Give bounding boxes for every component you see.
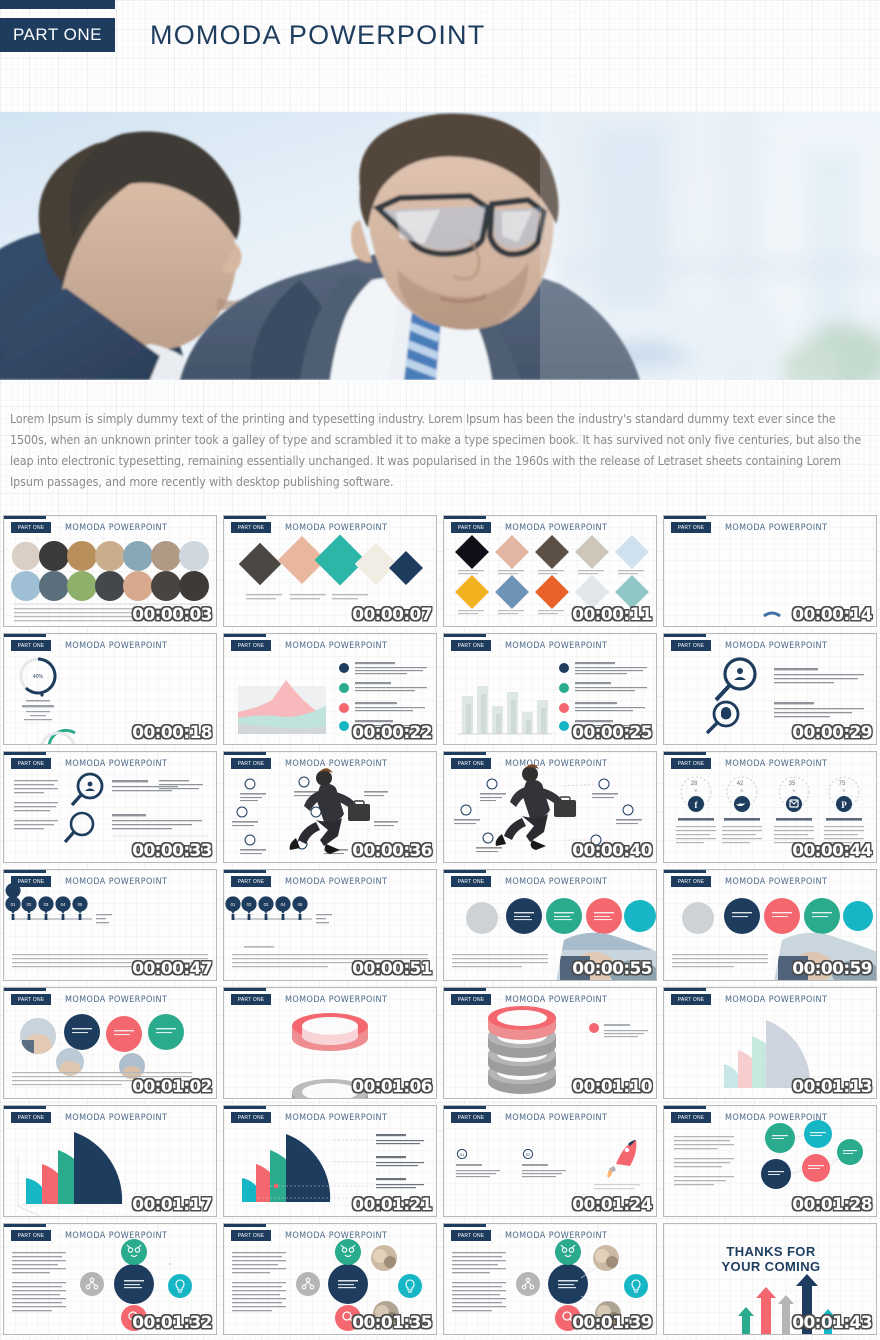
magnifier-icon	[714, 657, 757, 702]
svg-text:P: P	[841, 800, 847, 810]
slide-thumbnail[interactable]: PART ONE MOMODA POWERPOINT	[220, 512, 440, 630]
svg-text:05: 05	[298, 902, 303, 907]
slide-timestamp: 00:01:06	[352, 1077, 432, 1097]
slide-timestamp: 00:00:22	[352, 723, 432, 743]
slide-thumbnail[interactable]: PART ONE MOMODA POWERPOINT	[660, 866, 880, 984]
slide-thumbnail[interactable]: PART ONE MOMODA POWERPOINT	[0, 1102, 220, 1220]
body-paragraph: Lorem Ipsum is simply dummy text of the …	[10, 411, 862, 489]
slide-thumbnail[interactable]: PART ONE MOMODA POWERPOINT	[0, 1220, 220, 1338]
slide-timestamp: 00:01:17	[132, 1195, 212, 1215]
slide-thumbnail[interactable]: PART ONE MOMODA POWERPOINT	[0, 512, 220, 630]
slide-timestamp: 00:01:35	[352, 1313, 432, 1333]
social-icon-circles: f P	[688, 796, 852, 812]
svg-text:75: 75	[839, 781, 846, 787]
slide-thumbnail[interactable]: PART ONE MOMODA POWERPOINT 00:01:13	[660, 984, 880, 1102]
slide-timestamp: 00:01:28	[792, 1195, 872, 1215]
svg-text:01: 01	[231, 902, 236, 907]
rocket-icon	[607, 1140, 637, 1178]
slide-thumbnail-grid: PART ONE MOMODA POWERPOINT 00:00:03 PART…	[0, 512, 880, 1338]
hero-image	[0, 112, 880, 380]
slide-thumbnail[interactable]: PART ONE MOMODA POWERPOINT	[440, 1102, 660, 1220]
slide-timestamp: 00:00:51	[352, 959, 432, 979]
slide-thumbnail[interactable]: PART ONE MOMODA POWERPOINT	[440, 512, 660, 630]
magnifier-icon-2	[63, 811, 95, 844]
slide-thumbnail[interactable]: PART ONE MOMODA POWERPOINT	[440, 1220, 660, 1338]
page-header: PART ONE MOMODA POWERPOINT	[0, 17, 880, 53]
slide-timestamp: 00:00:14	[792, 605, 872, 625]
map-pin-icon: 01	[5, 883, 21, 920]
slide-thumbnail[interactable]: PART ONE MOMODA POWERPOINT 01 02 03 04 0…	[0, 866, 220, 984]
slide-timestamp: 00:00:36	[352, 841, 432, 861]
svg-text:05: 05	[78, 902, 83, 907]
network-icon-node	[80, 1272, 104, 1296]
slide-timestamp: 00:00:29	[792, 723, 872, 743]
slide-thumbnail[interactable]: PART ONE MOMODA POWERPOINT	[220, 630, 440, 748]
svg-text:01: 01	[460, 1152, 465, 1157]
slide-timestamp: 00:01:21	[352, 1195, 432, 1215]
magnifier-icon-2	[705, 700, 740, 735]
slide-timestamp: 00:01:10	[572, 1077, 652, 1097]
slide-thumbnail[interactable]: PART ONE MOMODA POWERPOINT	[440, 984, 660, 1102]
slide-thumbnail[interactable]: PART ONE MOMODA POWERPOINT 40% 00:00:18	[0, 630, 220, 748]
thanks-line-1: THANKS FOR	[726, 1244, 815, 1259]
slide-thumbnail[interactable]: PART ONE MOMODA POWERPOINT	[0, 748, 220, 866]
slide-thumbnail[interactable]: PART ONE MOMODA POWERPOINT 28 42 35 75 K…	[660, 748, 880, 866]
slide-thumbnail[interactable]: PART ONE MOMODA POWERPOINT	[220, 748, 440, 866]
svg-text:04: 04	[61, 902, 66, 907]
slide-timestamp: 00:00:59	[792, 959, 872, 979]
slide-timestamp: 00:01:39	[572, 1313, 652, 1333]
slide-timestamp: 00:01:02	[132, 1077, 212, 1097]
slide-thumbnail[interactable]: PART ONE MOMODA POWERPOINT	[440, 866, 660, 984]
part-one-badge: PART ONE	[0, 18, 115, 52]
svg-text:03: 03	[264, 902, 269, 907]
slide-timestamp: 00:00:07	[352, 605, 432, 625]
slide-timestamp: 00:00:40	[572, 841, 652, 861]
slide-thumbnail[interactable]: PART ONE MOMODA POWERPOINT	[440, 748, 660, 866]
page-root: PART ONE MOMODA POWERPOINT Lorem Ipsum i…	[0, 0, 880, 1340]
slide-thumbnail[interactable]: PART ONE MOMODA POWERPOINT	[220, 1102, 440, 1220]
slide-timestamp: 00:00:25	[572, 723, 652, 743]
svg-text:42: 42	[737, 781, 744, 787]
slide-timestamp: 00:00:55	[572, 959, 652, 979]
slide-timestamp: 00:00:44	[792, 841, 872, 861]
hero-illustration	[0, 112, 880, 380]
slide-thumbnail[interactable]: PART ONE MOMODA POWERPOINT	[660, 630, 880, 748]
slide-thumbnail[interactable]: PART ONE MOMODA POWERPOINT	[220, 984, 440, 1102]
svg-text:02: 02	[526, 1152, 531, 1157]
svg-text:K: K	[842, 788, 845, 793]
slide-timestamp: 00:00:47	[132, 959, 212, 979]
svg-text:02: 02	[247, 902, 252, 907]
svg-text:28: 28	[691, 781, 698, 787]
slide-thumbnail[interactable]: PART ONE MOMODA POWERPOINT 00:00:14	[660, 512, 880, 630]
svg-text:35: 35	[789, 781, 796, 787]
svg-text:02: 02	[27, 902, 32, 907]
thanks-line-2: YOUR COMING	[721, 1259, 820, 1274]
svg-text:K: K	[694, 788, 697, 793]
slide-thumbnail[interactable]: PART ONE MOMODA POWERPOINT	[440, 630, 660, 748]
slide-timestamp: 00:00:03	[132, 605, 212, 625]
slide-timestamp: 00:00:33	[132, 841, 212, 861]
slide-timestamp: 00:00:18	[132, 723, 212, 743]
slide-timestamp: 00:01:32	[132, 1313, 212, 1333]
slide-thumbnail[interactable]: THANKS FOR YOUR COMING 00:01:43	[660, 1220, 880, 1338]
slide-timestamp: 00:01:43	[792, 1313, 872, 1333]
slide-thumbnail[interactable]: PART ONE MOMODA POWERPOINT	[660, 1102, 880, 1220]
slide-thumbnail[interactable]: PART ONE MOMODA POWERPOINT	[220, 1220, 440, 1338]
header-accent-rule	[0, 0, 115, 9]
svg-text:04: 04	[281, 902, 286, 907]
slide-timestamp: 00:01:13	[792, 1077, 872, 1097]
svg-text:40%: 40%	[33, 674, 44, 680]
magnifier-icon	[70, 772, 104, 807]
slide-timestamp: 00:00:11	[572, 605, 652, 625]
svg-text:K: K	[740, 788, 743, 793]
slide-thumbnail[interactable]: PART ONE MOMODA POWERPOINT 01 02 03 04 0…	[220, 866, 440, 984]
owl-icon-node	[121, 1239, 147, 1265]
svg-text:K: K	[792, 788, 795, 793]
page-title: MOMODA POWERPOINT	[150, 19, 486, 50]
svg-text:03: 03	[44, 902, 49, 907]
svg-text:01: 01	[11, 902, 16, 907]
slide-timestamp: 00:01:24	[572, 1195, 652, 1215]
bulb-icon-node	[168, 1274, 192, 1298]
slide-thumbnail[interactable]: PART ONE MOMODA POWERPOINT	[0, 984, 220, 1102]
